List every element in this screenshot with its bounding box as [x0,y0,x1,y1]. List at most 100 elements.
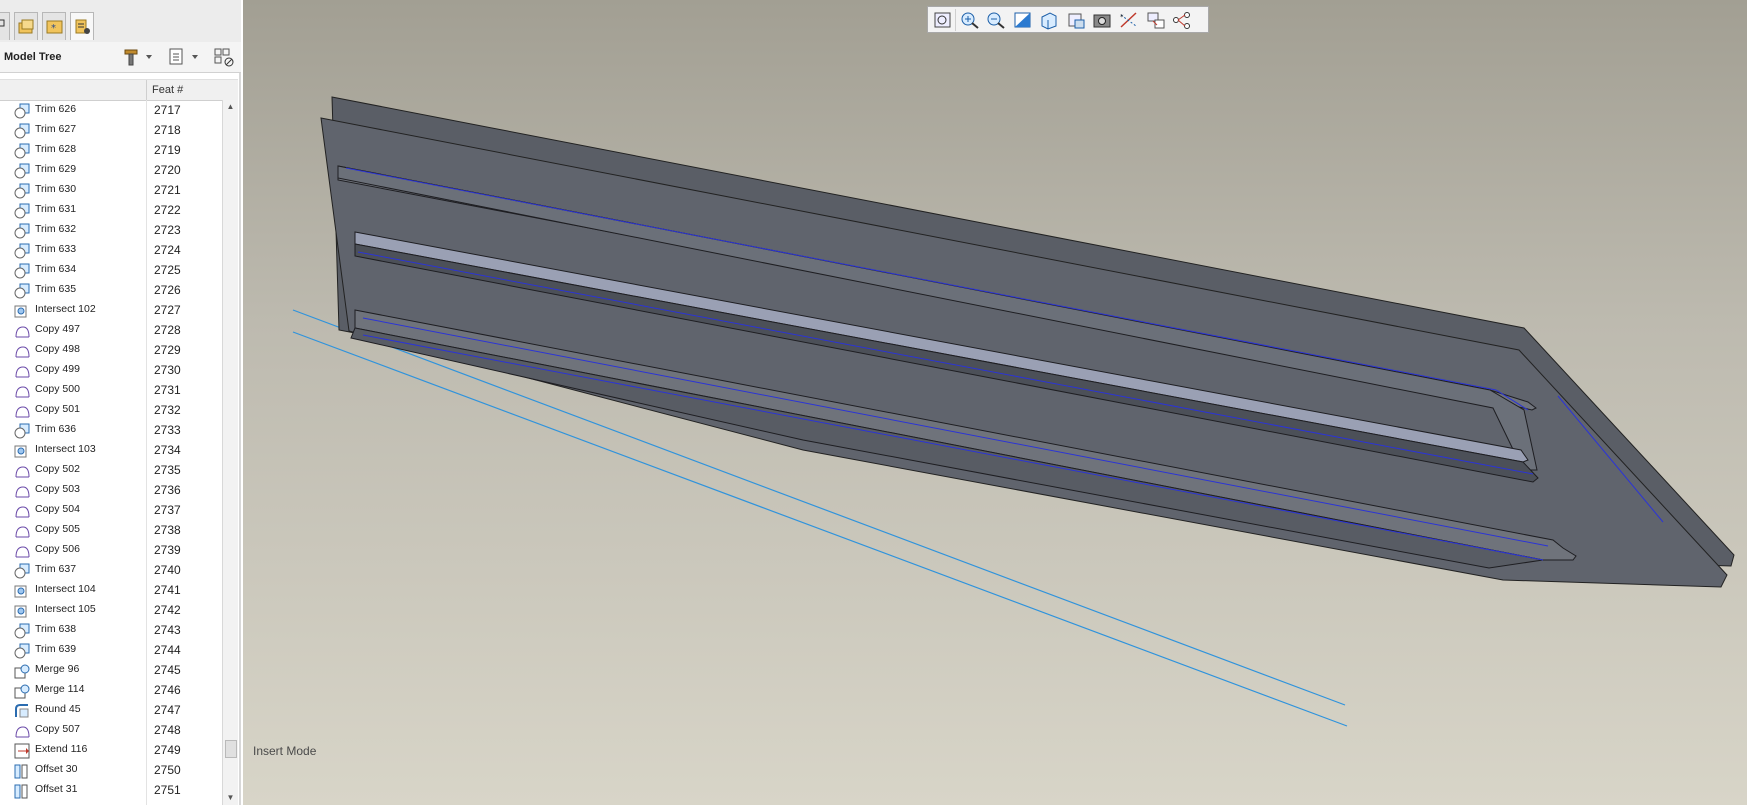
model-tree-tab[interactable] [0,12,10,40]
tree-row[interactable]: Copy 501 2732 [0,400,222,420]
repaint-icon[interactable] [1012,10,1034,30]
feature-name: Copy 503 [35,483,80,495]
refit-icon[interactable] [932,10,954,30]
feature-number: 2739 [154,543,181,557]
feature-name: Trim 629 [35,163,77,175]
feature-name: Intersect 105 [35,603,96,615]
feature-number: 2721 [154,183,181,197]
feature-name: Copy 500 [35,383,80,395]
feature-name: Offset 31 [35,783,78,795]
tree-row[interactable]: Trim 639 2744 [0,640,222,660]
feature-name: Copy 499 [35,363,80,375]
tree-row[interactable]: Copy 505 2738 [0,520,222,540]
model-tree-header: Model Tree [0,42,241,73]
feature-number: 2743 [154,623,181,637]
tree-row[interactable]: Trim 631 2722 [0,200,222,220]
feature-number: 2736 [154,483,181,497]
feature-number: 2740 [154,563,181,577]
feature-name: Extend 116 [35,743,88,755]
tree-row[interactable]: Offset 30 2750 [0,760,222,780]
tree-row[interactable]: Copy 504 2737 [0,500,222,520]
tree-row[interactable]: Intersect 104 2741 [0,580,222,600]
feature-number: 2747 [154,703,181,717]
datum-display-icon[interactable]: * [1118,10,1140,30]
tree-row[interactable]: Trim 638 2743 [0,620,222,640]
tree-row[interactable]: Extend 116 2749 [0,740,222,760]
tree-row[interactable]: Merge 96 2745 [0,660,222,680]
tree-scrollbar[interactable]: ▲ ▼ [222,100,238,805]
tree-row[interactable]: Intersect 105 2742 [0,600,222,620]
feature-number: 2719 [154,143,181,157]
tree-row[interactable]: Trim 633 2724 [0,240,222,260]
feature-name: Trim 638 [35,623,77,635]
scroll-thumb[interactable] [225,740,237,758]
feature-number: 2723 [154,223,181,237]
tree-row[interactable]: Copy 506 2739 [0,540,222,560]
saved-orientations-icon[interactable] [1065,10,1087,30]
tree-row[interactable]: Copy 498 2729 [0,340,222,360]
feature-name: Merge 114 [35,683,85,695]
feature-name: Copy 506 [35,543,80,555]
tree-row[interactable]: Offset 31 2751 [0,780,222,800]
feature-number: 2720 [154,163,181,177]
feature-number: 2733 [154,423,181,437]
favorites-tab[interactable]: * [42,12,66,40]
folder-browser-tab-icon [18,19,34,34]
tree-row[interactable]: Trim 634 2725 [0,260,222,280]
scroll-up-button[interactable]: ▲ [223,100,238,114]
zoom-out-icon[interactable] [985,10,1007,30]
scroll-down-button[interactable]: ▼ [223,791,238,805]
settings-hammer-icon[interactable] [122,47,156,67]
model-tree-list: Trim 626 2717 Trim 627 2718 Trim 628 2719 Trim… [0,100,222,800]
tree-row[interactable]: Trim 629 2720 [0,160,222,180]
feature-number: 2751 [154,783,181,797]
tree-row[interactable]: Trim 628 2719 [0,140,222,160]
column-divider[interactable] [146,80,147,100]
tree-row[interactable]: Copy 500 2731 [0,380,222,400]
show-filter-icon[interactable] [168,47,204,67]
svg-text:*: * [1120,13,1124,21]
feature-number: 2745 [154,663,181,677]
tree-row[interactable]: Intersect 103 2734 [0,440,222,460]
feature-name: Copy 501 [35,403,80,415]
feature-number: 2741 [154,583,181,597]
folder-browser-tab[interactable] [14,12,38,40]
layers-tab[interactable] [70,12,94,40]
tree-row[interactable]: Trim 632 2723 [0,220,222,240]
tree-row[interactable]: Copy 497 2728 [0,320,222,340]
feature-name: Trim 633 [35,243,77,255]
tree-row[interactable]: Copy 503 2736 [0,480,222,500]
spin-center-icon[interactable] [1145,10,1167,30]
feature-name: Trim 632 [35,223,77,235]
feature-name: Merge 96 [35,663,80,675]
tree-row[interactable]: Copy 502 2735 [0,460,222,480]
feature-name: Intersect 102 [35,303,96,315]
feature-name: Copy 504 [35,503,80,515]
tree-row[interactable]: Trim 627 2718 [0,120,222,140]
tree-row[interactable]: Trim 635 2726 [0,280,222,300]
model-geometry[interactable] [243,0,1747,805]
tree-column-header[interactable]: Feat # [0,79,238,101]
annotation-display-icon[interactable] [1171,10,1193,30]
feature-number: 2734 [154,443,181,457]
zoom-in-icon[interactable] [959,10,981,30]
feature-number: 2717 [154,103,181,117]
tree-columns-icon[interactable] [213,47,237,67]
tree-row[interactable]: Trim 626 2717 [0,100,222,120]
feature-number: 2722 [154,203,181,217]
feat-number-column-label: Feat # [152,84,184,96]
tree-row[interactable]: Copy 499 2730 [0,360,222,380]
feature-number: 2728 [154,323,181,337]
tree-row[interactable]: Intersect 102 2727 [0,300,222,320]
graphics-viewport[interactable]: * Insert Mode [243,0,1747,805]
feature-number: 2748 [154,723,181,737]
tree-row[interactable]: Trim 630 2721 [0,180,222,200]
view-manager-icon[interactable] [1091,10,1113,30]
tree-row[interactable]: Trim 636 2733 [0,420,222,440]
display-style-icon[interactable] [1038,10,1060,30]
tree-row[interactable]: Round 45 2747 [0,700,222,720]
tree-row[interactable]: Trim 637 2740 [0,560,222,580]
tree-row[interactable]: Copy 507 2748 [0,720,222,740]
feature-number: 2725 [154,263,181,277]
tree-row[interactable]: Merge 114 2746 [0,680,222,700]
